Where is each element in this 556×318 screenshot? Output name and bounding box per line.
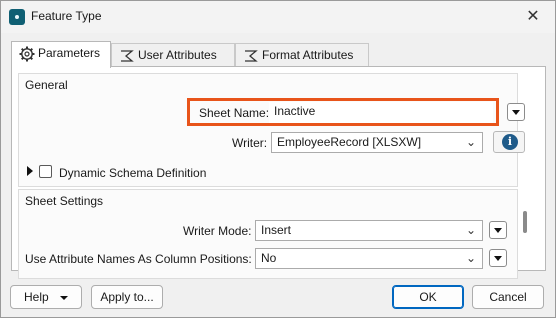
dynamic-schema-expander[interactable] (27, 166, 33, 176)
tab-user-attributes[interactable]: User Attributes (111, 43, 235, 67)
tab-label: Parameters (38, 46, 101, 60)
help-button-label: Help (23, 290, 49, 304)
vertical-scrollbar[interactable] (520, 195, 532, 267)
use-attr-value: No (261, 251, 277, 265)
writer-mode-select[interactable]: Insert ⌄ (255, 220, 483, 241)
sheet-name-menu-button[interactable] (507, 103, 525, 121)
ok-button[interactable]: OK (392, 285, 464, 309)
writer-mode-value: Insert (261, 223, 292, 237)
sigma-icon (121, 50, 134, 62)
close-button[interactable]: ✕ (519, 5, 547, 29)
apply-to-button[interactable]: Apply to... (91, 285, 163, 309)
caret-down-icon (60, 295, 69, 300)
group-label-sheet-settings: Sheet Settings (25, 194, 104, 208)
sheet-settings-group: Sheet Settings Writer Mode: Insert ⌄ Use… (18, 189, 518, 279)
tab-label: Format Attributes (262, 48, 354, 62)
cancel-button[interactable]: Cancel (472, 285, 544, 309)
sigma-icon (245, 50, 258, 62)
parameters-panel: General Sheet Name: Inactive Writer: Emp… (11, 66, 546, 279)
sheet-name-label: Sheet Name: (199, 106, 270, 120)
general-group: General Sheet Name: Inactive Writer: Emp… (18, 73, 525, 187)
dynamic-schema-checkbox[interactable] (39, 165, 52, 178)
writer-select-value: EmployeeRecord [XLSXW] (277, 135, 422, 149)
gear-icon (19, 46, 35, 62)
group-label-general: General (25, 78, 68, 92)
tab-format-attributes[interactable]: Format Attributes (235, 43, 369, 67)
writer-info-button[interactable]: i (493, 131, 525, 153)
writer-mode-menu-button[interactable] (489, 221, 507, 239)
use-attr-menu-button[interactable] (489, 249, 507, 267)
chevron-down-icon: ⌄ (465, 135, 476, 149)
chevron-down-icon: ⌄ (465, 251, 476, 265)
scrollbar-thumb[interactable] (523, 211, 527, 233)
dynamic-schema-label: Dynamic Schema Definition (59, 166, 207, 180)
title-bar: Feature Type ✕ (1, 1, 555, 33)
chevron-down-icon: ⌄ (465, 223, 476, 237)
use-attr-select[interactable]: No ⌄ (255, 248, 483, 269)
use-attr-label: Use Attribute Names As Column Positions: (25, 252, 252, 266)
writer-mode-label: Writer Mode: (183, 224, 252, 238)
help-button[interactable]: Help (10, 285, 82, 309)
tab-label: User Attributes (138, 48, 217, 62)
writer-label: Writer: (232, 136, 268, 150)
writer-select[interactable]: EmployeeRecord [XLSXW] ⌄ (271, 132, 483, 153)
info-icon: i (502, 134, 518, 150)
sheet-name-input[interactable]: Inactive (269, 102, 493, 123)
tab-parameters[interactable]: Parameters (11, 41, 111, 68)
window-title: Feature Type (31, 9, 102, 23)
feature-type-dialog: Feature Type ✕ Parameters User Attribute… (0, 0, 556, 318)
app-logo-icon (9, 9, 25, 25)
